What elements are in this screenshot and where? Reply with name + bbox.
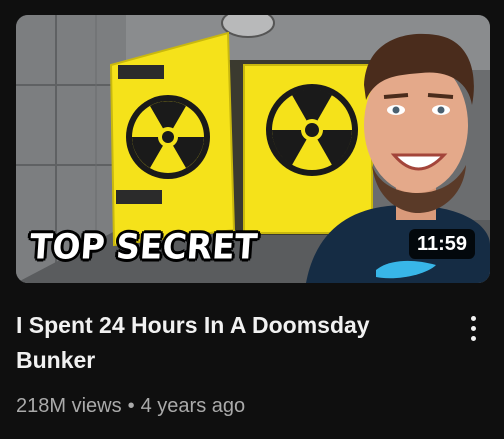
video-metadata: 218M views • 4 years ago (16, 393, 245, 419)
more-dot (470, 335, 476, 341)
separator-dot: • (127, 395, 135, 417)
video-card[interactable]: TOP SECRET 11:59 I Spent 24 Hours In A D… (0, 0, 504, 439)
video-title[interactable]: I Spent 24 Hours In A Doomsday Bunker (16, 308, 426, 378)
duration-badge: 11:59 (408, 229, 475, 259)
more-vert-icon[interactable] (460, 310, 486, 346)
video-thumbnail[interactable]: TOP SECRET 11:59 (16, 15, 490, 283)
thumbnail-overlay-text: TOP SECRET (28, 226, 259, 267)
view-count: 218M views (16, 395, 122, 417)
upload-age: 4 years ago (140, 395, 246, 417)
more-dot (470, 315, 476, 321)
more-dot (470, 325, 476, 331)
